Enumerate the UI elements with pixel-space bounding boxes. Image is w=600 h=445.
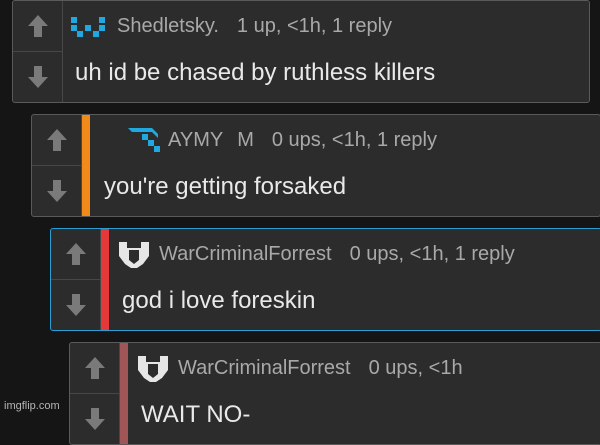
vote-column <box>70 343 120 444</box>
thread-accent-bar <box>101 229 109 330</box>
comment-text: god i love foreskin <box>122 287 316 314</box>
comment: WarCriminalForrest 0 ups, <1h, 1 reply g… <box>50 228 600 331</box>
arrow-up-icon <box>66 242 86 265</box>
vote-column <box>13 1 63 102</box>
comment-meta: 1 up, <1h, 1 reply <box>236 14 393 37</box>
white-shield-icon <box>138 356 168 382</box>
comment-header: WarCriminalForrest 0 ups, <1h <box>136 353 463 383</box>
author-link[interactable]: AYMY <box>168 129 223 152</box>
comment-header: Shedletsky. 1 up, <1h, 1 reply <box>71 11 392 41</box>
vote-column <box>32 115 82 216</box>
author-link[interactable]: WarCriminalForrest <box>178 357 351 380</box>
thread-accent-bar <box>82 115 90 216</box>
upvote-button[interactable] <box>13 1 63 52</box>
arrow-up-icon <box>85 356 105 379</box>
upvote-button[interactable] <box>51 229 101 280</box>
arrow-down-icon <box>28 65 48 88</box>
thread-accent-bar <box>120 343 128 444</box>
comment-text: you're getting forsaked <box>104 173 347 200</box>
comment: WarCriminalForrest 0 ups, <1h WAIT NO- <box>69 342 600 445</box>
downvote-button[interactable] <box>32 166 82 217</box>
arrow-up-icon <box>47 128 67 151</box>
upvote-button[interactable] <box>32 115 82 166</box>
author-link[interactable]: Shedletsky. <box>117 15 219 38</box>
comment-text: WAIT NO- <box>141 401 251 428</box>
author-link[interactable]: WarCriminalForrest <box>159 243 332 266</box>
arrow-up-icon <box>28 14 48 37</box>
arrow-down-icon <box>47 179 67 202</box>
comment: AYMY M 0 ups, <1h, 1 reply you're gettin… <box>31 114 600 217</box>
white-shield-icon <box>119 242 149 268</box>
blue-pixel-smile-icon <box>71 17 105 37</box>
comment-meta: 0 ups, <1h <box>368 356 463 379</box>
blue-pickaxe-icon <box>128 128 160 152</box>
upvote-button[interactable] <box>70 343 120 394</box>
mod-badge: M <box>237 128 254 151</box>
comment-meta: 0 ups, <1h, 1 reply <box>271 128 437 151</box>
comment: Shedletsky. 1 up, <1h, 1 reply uh id be … <box>12 0 590 103</box>
downvote-button[interactable] <box>70 394 120 445</box>
vote-column <box>51 229 101 330</box>
arrow-down-icon <box>85 407 105 430</box>
watermark: imgflip.com <box>4 400 60 412</box>
downvote-button[interactable] <box>51 280 101 331</box>
comment-header: AYMY M 0 ups, <1h, 1 reply <box>124 125 437 155</box>
downvote-button[interactable] <box>13 52 63 103</box>
comment-meta: 0 ups, <1h, 1 reply <box>349 242 515 265</box>
comment-header: WarCriminalForrest 0 ups, <1h, 1 reply <box>117 239 515 269</box>
arrow-down-icon <box>66 293 86 316</box>
comment-text: uh id be chased by ruthless killers <box>75 59 436 86</box>
